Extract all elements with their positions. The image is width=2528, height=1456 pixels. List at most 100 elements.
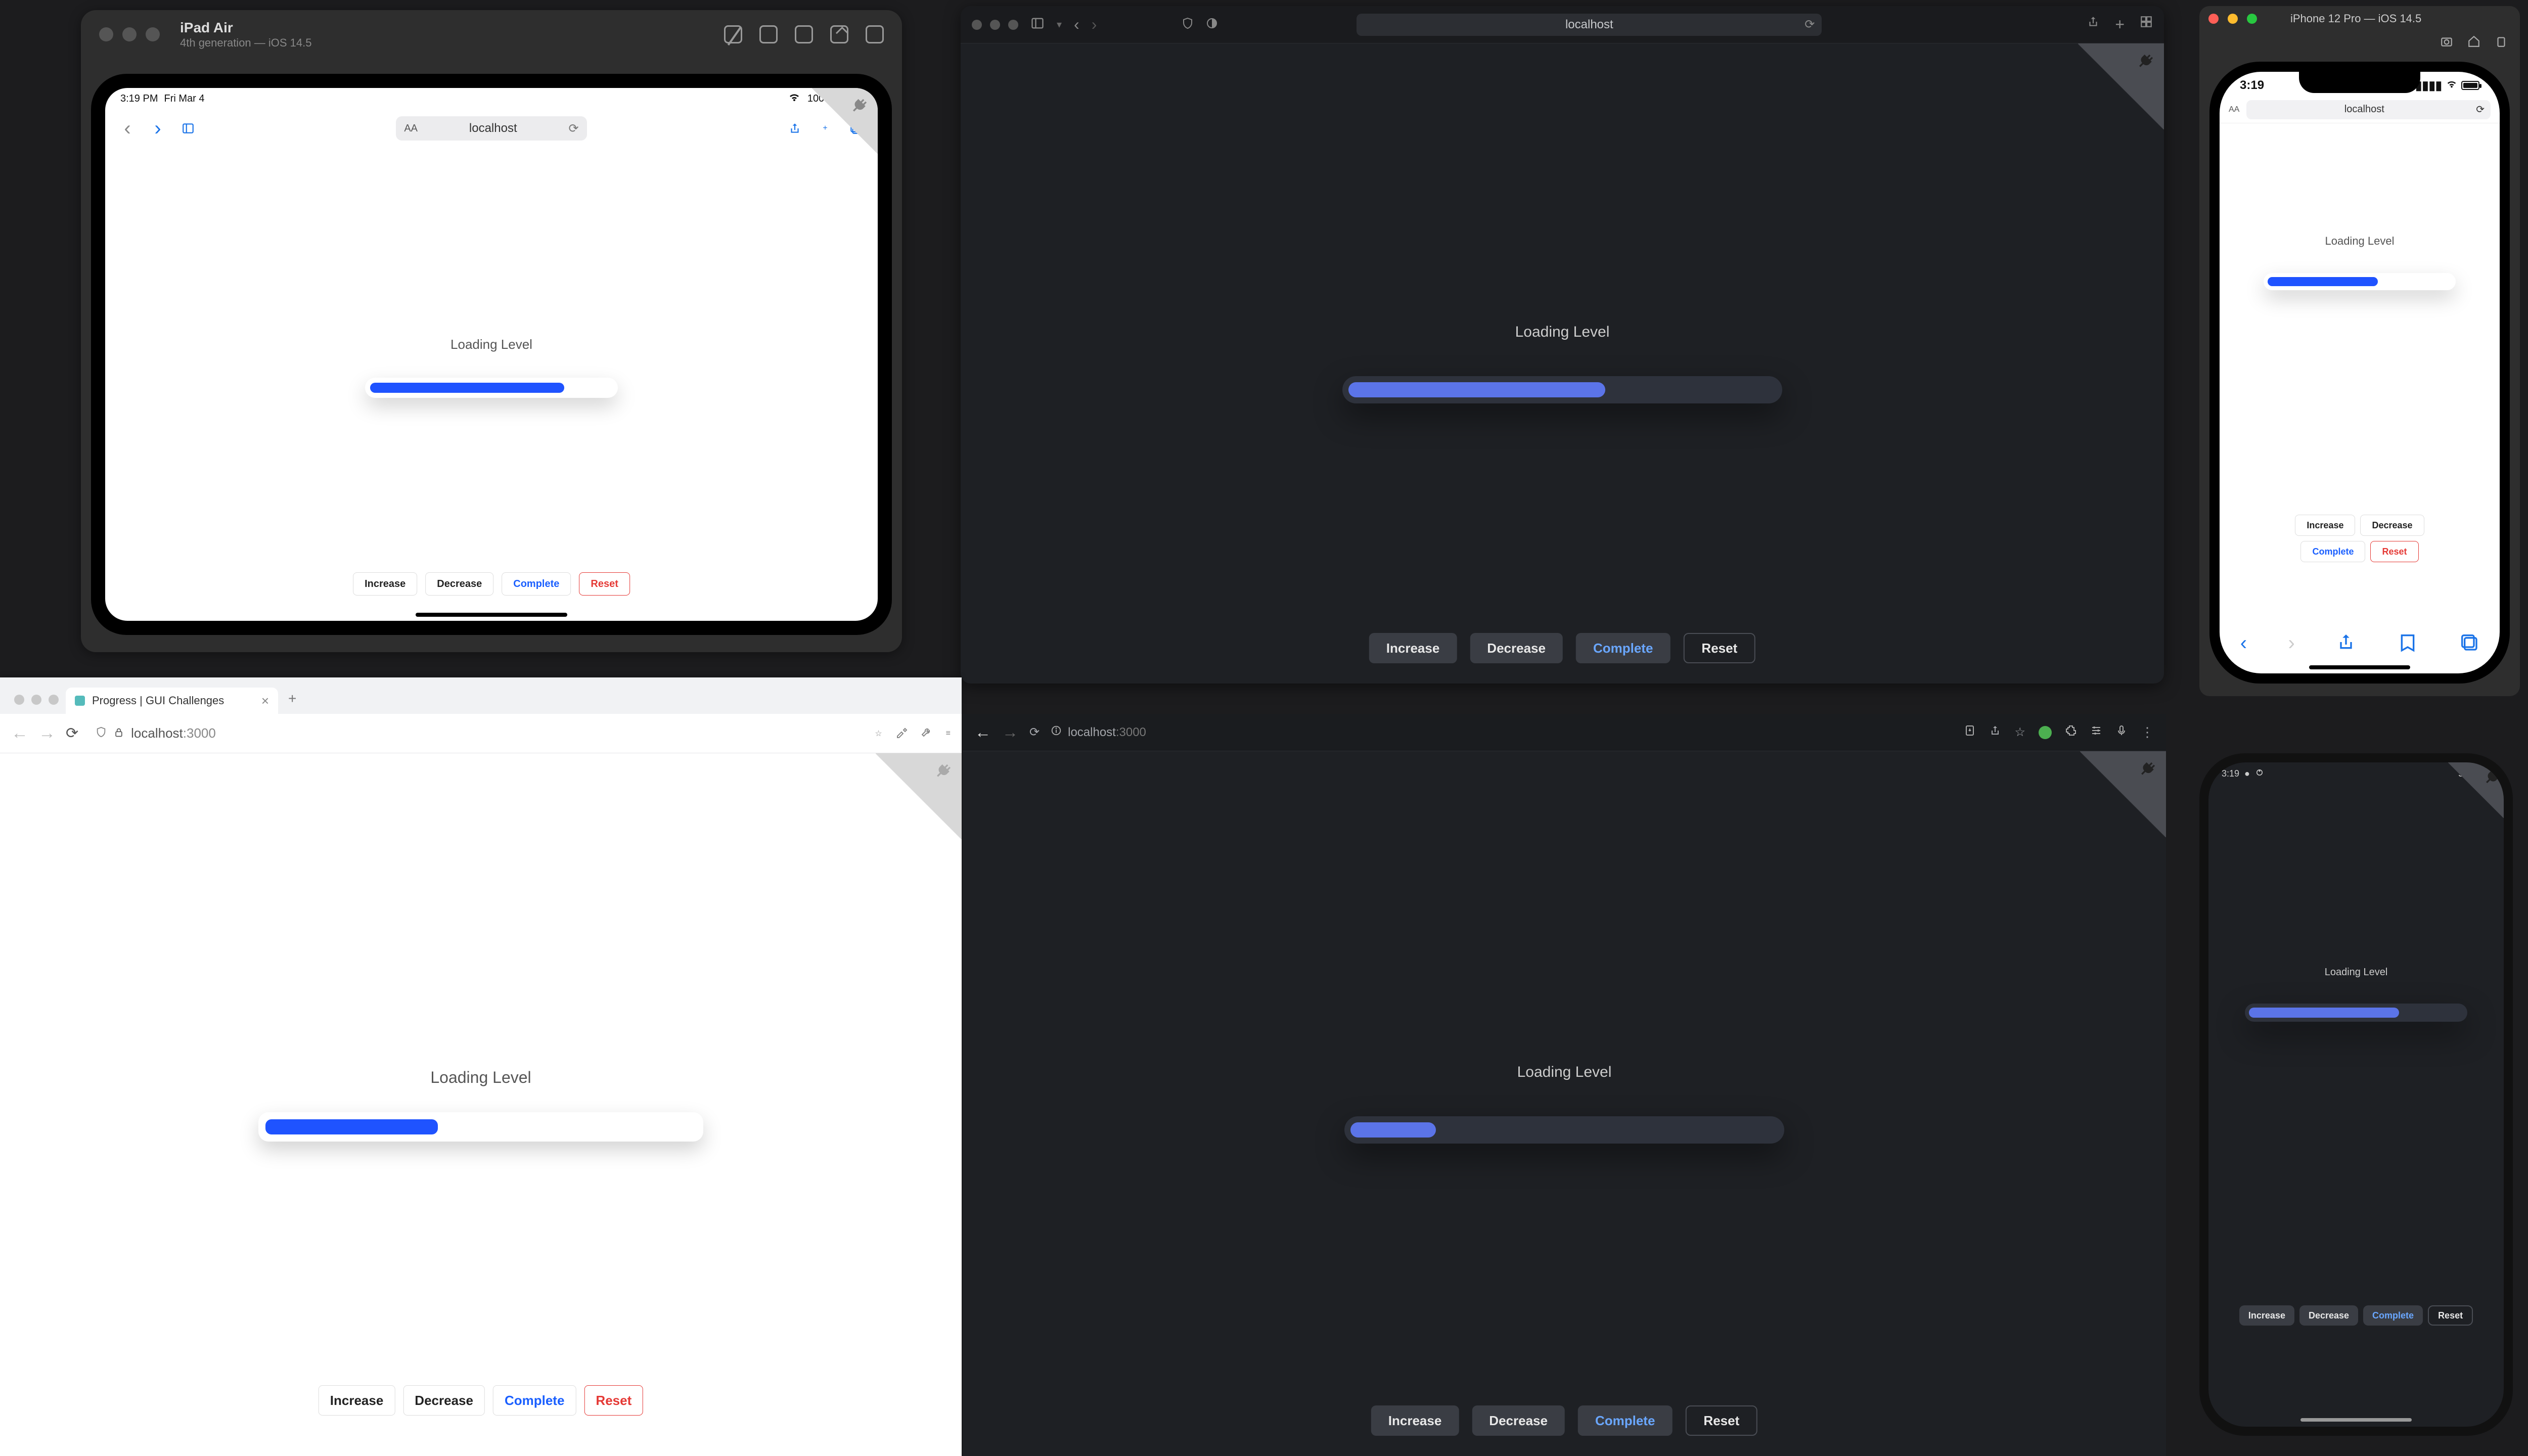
ext1-icon[interactable]	[2039, 726, 2052, 739]
theme-icon[interactable]	[1206, 17, 1218, 32]
reload-icon[interactable]: ⟳	[1029, 725, 1040, 740]
back-button[interactable]: ←	[11, 723, 28, 743]
forward-button[interactable]: →	[1002, 723, 1018, 742]
increase-button[interactable]: Increase	[319, 1385, 395, 1416]
reload-icon[interactable]: ⟳	[66, 724, 78, 742]
window-traffic-lights[interactable]	[7, 695, 66, 714]
complete-button[interactable]: Complete	[2363, 1305, 2423, 1326]
forward-button[interactable]: →	[38, 723, 56, 743]
wrench-icon[interactable]	[921, 726, 933, 741]
trash-icon[interactable]	[2495, 35, 2508, 51]
lock-icon[interactable]	[114, 725, 124, 741]
new-tab-icon[interactable]: +	[2115, 15, 2125, 34]
forward-button[interactable]: ›	[1092, 15, 1097, 34]
reload-icon[interactable]: ⟳	[1804, 17, 1815, 32]
home-icon[interactable]	[830, 25, 848, 43]
address-bar[interactable]: localhost:3000	[88, 721, 865, 746]
complete-button[interactable]: Complete	[493, 1385, 576, 1416]
complete-button[interactable]: Complete	[1578, 1405, 1672, 1436]
close-icon[interactable]	[14, 695, 24, 705]
reload-icon[interactable]: ⟳	[569, 121, 579, 136]
install-icon[interactable]	[1964, 724, 1976, 740]
close-icon[interactable]	[972, 20, 982, 30]
reset-button[interactable]: Reset	[2428, 1305, 2473, 1326]
minimize-icon[interactable]	[31, 695, 41, 705]
share-icon[interactable]	[1989, 724, 2001, 740]
home-icon[interactable]	[2467, 35, 2480, 51]
decrease-button[interactable]: Decrease	[403, 1385, 485, 1416]
address-bar[interactable]: localhost ⟳	[1357, 14, 1822, 36]
sidebar-icon[interactable]	[179, 119, 197, 138]
zoom-icon[interactable]	[2247, 14, 2257, 24]
back-button[interactable]: ‹	[2240, 632, 2247, 655]
close-tab-icon[interactable]: ×	[261, 693, 269, 709]
decrease-button[interactable]: Decrease	[2299, 1305, 2358, 1326]
decrease-button[interactable]: Decrease	[1472, 1405, 1565, 1436]
forward-button[interactable]: ›	[2288, 632, 2295, 655]
star-icon[interactable]: ☆	[2014, 725, 2025, 740]
minimize-icon[interactable]	[2228, 14, 2238, 24]
wand-icon[interactable]	[724, 25, 742, 43]
minimize-icon[interactable]	[990, 20, 1000, 30]
shield-icon[interactable]	[96, 725, 107, 741]
increase-button[interactable]: Increase	[353, 572, 417, 596]
menu-icon[interactable]: ≡	[946, 729, 951, 738]
chevron-down-icon[interactable]: ▾	[1057, 18, 1062, 31]
zoom-icon[interactable]	[49, 695, 59, 705]
forward-button[interactable]	[149, 119, 167, 138]
back-button[interactable]: ‹	[1074, 15, 1079, 34]
close-icon[interactable]	[2208, 14, 2219, 24]
capture-icon[interactable]	[759, 25, 778, 43]
screenshot-icon[interactable]	[2440, 35, 2453, 51]
reset-button[interactable]: Reset	[584, 1385, 643, 1416]
window-traffic-lights[interactable]	[972, 20, 1018, 30]
tab[interactable]: Progress | GUI Challenges ×	[66, 688, 278, 714]
tabs-icon[interactable]	[2459, 632, 2479, 655]
tune-icon[interactable]	[2090, 724, 2102, 740]
extensions-icon[interactable]	[2065, 724, 2077, 740]
increase-button[interactable]: Increase	[1369, 633, 1457, 663]
decrease-button[interactable]: Decrease	[425, 572, 493, 596]
bookmarks-icon[interactable]	[2398, 632, 2418, 655]
zoom-icon[interactable]	[1008, 20, 1018, 30]
address-bar[interactable]: localhost ⟳	[2246, 100, 2491, 119]
screenshot-icon[interactable]	[795, 25, 813, 43]
sidebar-toggle-icon[interactable]	[1030, 16, 1045, 33]
complete-button[interactable]: Complete	[502, 572, 571, 596]
info-icon[interactable]	[1051, 725, 1062, 740]
complete-button[interactable]: Complete	[2300, 541, 2365, 562]
menu-icon[interactable]: ⋮	[2141, 724, 2154, 740]
decrease-button[interactable]: Decrease	[2360, 515, 2424, 536]
reload-icon[interactable]: ⟳	[2476, 103, 2485, 116]
eyedropper-icon[interactable]	[895, 726, 908, 741]
decrease-button[interactable]: Decrease	[1470, 633, 1563, 663]
increase-button[interactable]: Increase	[2295, 515, 2355, 536]
complete-button[interactable]: Complete	[1576, 633, 1670, 663]
share-icon[interactable]	[2087, 15, 2100, 34]
home-indicator[interactable]	[416, 613, 567, 617]
home-indicator[interactable]	[2300, 1418, 2412, 1422]
back-button[interactable]	[118, 119, 137, 138]
tabs-icon[interactable]	[2140, 15, 2153, 34]
reset-button[interactable]: Reset	[579, 572, 629, 596]
star-icon[interactable]: ☆	[875, 729, 882, 739]
back-button[interactable]: ←	[975, 723, 991, 742]
minimize-icon[interactable]	[122, 27, 137, 41]
increase-button[interactable]: Increase	[1371, 1405, 1459, 1436]
new-tab-button[interactable]: +	[278, 691, 306, 714]
increase-button[interactable]: Increase	[2239, 1305, 2294, 1326]
mic-icon[interactable]	[2115, 724, 2128, 740]
zoom-icon[interactable]	[146, 27, 160, 41]
reset-button[interactable]: Reset	[2370, 541, 2418, 562]
address-bar[interactable]: localhost:3000	[1051, 725, 1146, 740]
trash-icon[interactable]	[866, 25, 884, 43]
close-icon[interactable]	[99, 27, 113, 41]
share-icon[interactable]	[786, 119, 804, 138]
text-size-icon[interactable]: AA	[2229, 105, 2239, 114]
text-size-icon[interactable]: AA	[404, 123, 418, 134]
window-traffic-lights[interactable]	[2208, 14, 2257, 24]
address-bar[interactable]: AA localhost ⟳	[396, 116, 586, 141]
reset-button[interactable]: Reset	[1685, 1405, 1757, 1436]
home-indicator[interactable]	[2309, 665, 2410, 669]
window-traffic-lights[interactable]	[99, 27, 160, 41]
